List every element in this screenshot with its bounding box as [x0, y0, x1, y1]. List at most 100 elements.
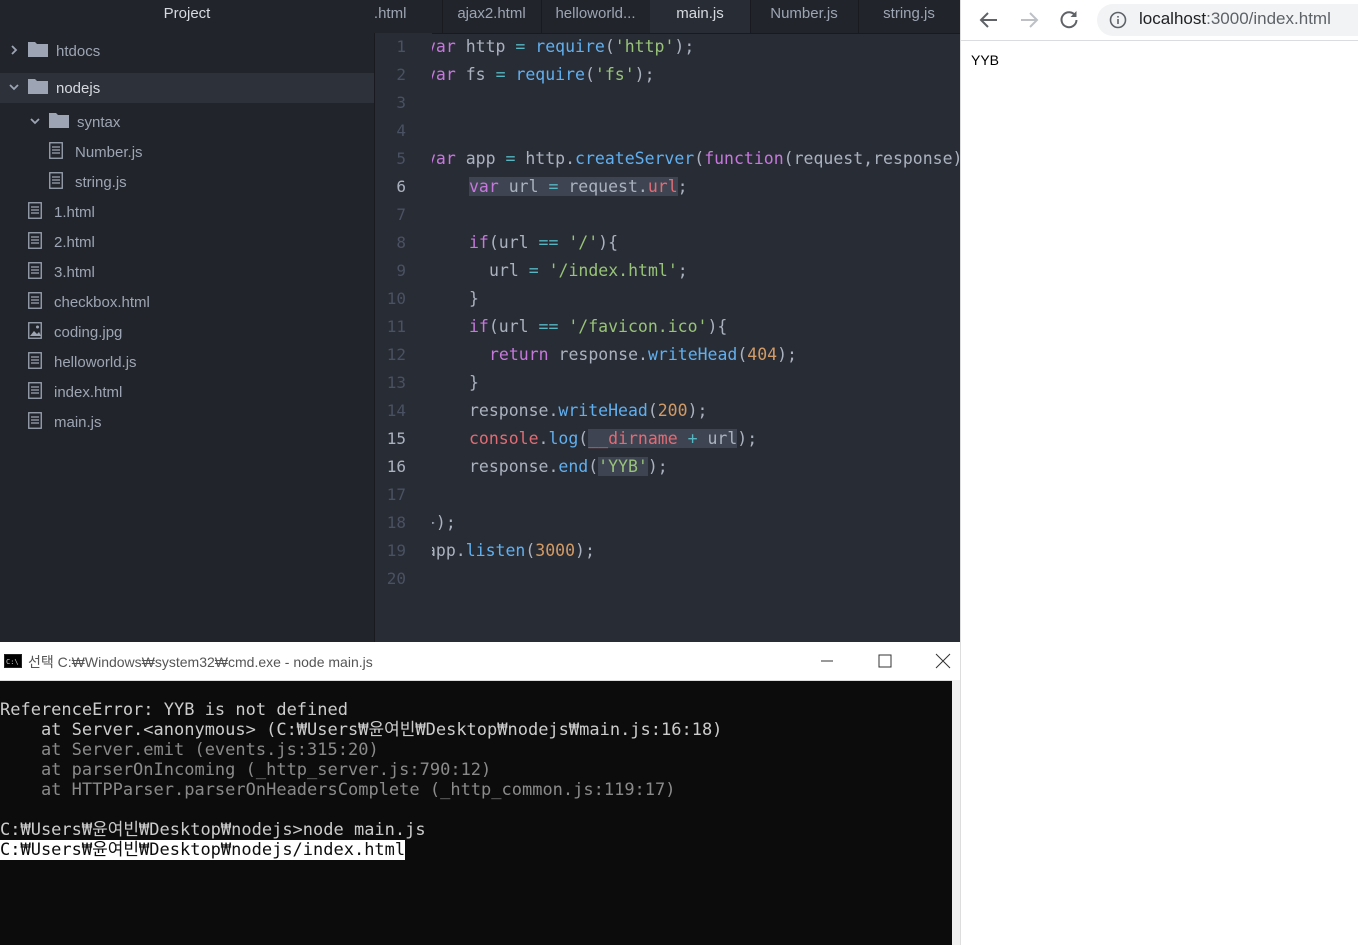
tree-item-label: checkbox.html	[54, 293, 150, 311]
tab-label: 1.html	[374, 5, 407, 22]
reload-icon[interactable]	[1057, 8, 1081, 32]
cmd-line	[0, 800, 722, 820]
tab-label: main.js	[676, 5, 724, 22]
tree-item-main-js[interactable]: main.js	[0, 407, 374, 437]
tree-item-syntax[interactable]: syntax	[0, 107, 374, 137]
cmd-line: ReferenceError: YYB is not defined	[0, 700, 722, 720]
url-path: :3000/index.html	[1206, 9, 1331, 28]
maximize-icon[interactable]	[876, 652, 894, 670]
svg-text:C:\: C:\	[6, 658, 19, 666]
tree-item-coding-jpg[interactable]: coding.jpg	[0, 317, 374, 347]
cmd-line: C:₩Users₩윤여빈₩Desktop₩nodejs>node main.js	[0, 820, 722, 840]
line-number: 6	[396, 177, 406, 196]
code-line-10: }	[469, 289, 479, 308]
file-icon	[28, 291, 54, 313]
tree-item-checkbox-html[interactable]: checkbox.html	[0, 287, 374, 317]
line-number: 19	[386, 541, 406, 560]
line-number: 5	[396, 149, 406, 168]
code-line-18: });	[432, 513, 456, 532]
cmd-line-text	[0, 800, 10, 820]
cmd-title-bar: C:\ 선택 C:₩Windows₩system32₩cmd.exe - nod…	[0, 642, 960, 681]
cmd-line-text: C:₩Users₩윤여빈₩Desktop₩nodejs>node main.js	[0, 820, 426, 840]
chevron-down-icon[interactable]	[29, 114, 49, 131]
line-number: 17	[386, 485, 406, 504]
tree-item-label: main.js	[54, 413, 102, 431]
line-number: 3	[396, 93, 406, 112]
tab-helloworld-[interactable]: helloworld...	[541, 0, 651, 33]
code-line-12: return response.writeHead(404);	[489, 345, 797, 364]
file-icon	[28, 231, 54, 253]
tab-number-js[interactable]: Number.js	[750, 0, 859, 33]
tab-string-js[interactable]: string.js	[858, 0, 960, 33]
line-number: 1	[396, 37, 406, 56]
minimize-icon[interactable]	[818, 652, 836, 670]
tab-ajax2-html[interactable]: ajax2.html	[442, 0, 542, 33]
image-file-icon	[28, 321, 54, 343]
tree-item-label: 3.html	[54, 263, 95, 281]
file-icon	[28, 381, 54, 403]
chevron-right-icon[interactable]	[8, 43, 28, 60]
chevron-down-icon[interactable]	[8, 80, 28, 97]
close-icon[interactable]	[934, 652, 952, 670]
cmd-line: at Server.<anonymous> (C:₩Users₩윤여빈₩Desk…	[0, 720, 722, 740]
code-line-13: }	[469, 373, 479, 392]
code-line-15: console.log(__dirname + url);	[469, 429, 758, 448]
code-editor-window: Project htdocs nodejs syntax Number.js strin…	[0, 0, 960, 642]
tab-label: Number.js	[770, 5, 838, 22]
tree-item-number-js[interactable]: Number.js	[0, 137, 374, 167]
tree-item-1-html[interactable]: 1.html	[0, 197, 374, 227]
tree-item-nodejs[interactable]: nodejs	[0, 73, 374, 103]
tab-main-js[interactable]: main.js	[650, 0, 751, 33]
tree-item-string-js[interactable]: string.js	[0, 167, 374, 197]
line-number: 11	[386, 317, 406, 336]
info-icon[interactable]	[1109, 11, 1127, 29]
cmd-line: at Server.emit (events.js:315:20)	[0, 740, 722, 760]
back-arrow-icon[interactable]	[977, 8, 1001, 32]
line-number: 20	[386, 569, 406, 588]
tree-item-label: htdocs	[56, 42, 101, 60]
tab-1-html[interactable]: 1.html	[374, 0, 443, 33]
line-number: 14	[386, 401, 406, 420]
code-line-2: var fs = require('fs');	[432, 65, 655, 84]
code-line-1: var http = require('http');	[432, 37, 695, 56]
cmd-line: at HTTPParser.parserOnHeadersComplete (_…	[0, 780, 722, 800]
code-line-5: var app = http.createServer(function(req…	[432, 149, 960, 168]
code-area[interactable]: var http = require('http'); var fs = req…	[432, 33, 960, 642]
cmd-line-text: at HTTPParser.parserOnHeadersComplete (_…	[0, 780, 676, 800]
tab-label: string.js	[883, 5, 935, 22]
code-line-16: response.end('YYB');	[469, 457, 668, 476]
command-prompt-window: C:\ 선택 C:₩Windows₩system32₩cmd.exe - nod…	[0, 642, 960, 945]
cmd-line-text: at Server.emit (events.js:315:20)	[0, 740, 379, 760]
code-line-14: response.writeHead(200);	[469, 401, 708, 420]
file-icon	[28, 201, 54, 223]
folder-icon	[28, 41, 56, 61]
cmd-app-icon: C:\	[4, 654, 22, 668]
cmd-line: C:₩Users₩윤여빈₩Desktop₩nodejs/index.html	[0, 840, 722, 860]
file-icon	[49, 141, 75, 163]
code-line-19: app.listen(3000);	[432, 541, 595, 560]
tree-item-3-html[interactable]: 3.html	[0, 257, 374, 287]
tree-item-label: helloworld.js	[54, 353, 137, 371]
cmd-scrollbar[interactable]	[952, 680, 960, 945]
browser-window: localhost:3000/index.html YYB	[960, 0, 1358, 945]
cmd-line-text: ReferenceError: YYB is not defined	[0, 700, 348, 720]
line-number: 16	[386, 457, 406, 476]
project-tree-panel: Project htdocs nodejs syntax Number.js strin…	[0, 0, 375, 642]
tree-item-label: string.js	[75, 173, 127, 191]
cmd-output[interactable]: ReferenceError: YYB is not defined at Se…	[0, 700, 722, 860]
tree-item-htdocs[interactable]: htdocs	[0, 36, 374, 66]
file-icon	[28, 411, 54, 433]
code-line-11: if(url == '/favicon.ico'){	[469, 317, 728, 336]
line-number: 8	[396, 233, 406, 252]
tree-item-2-html[interactable]: 2.html	[0, 227, 374, 257]
code-line-8: if(url == '/'){	[469, 233, 619, 252]
tree-item-index-html[interactable]: index.html	[0, 377, 374, 407]
page-content-text: YYB	[971, 52, 1000, 68]
line-number: 9	[396, 261, 406, 280]
line-number: 18	[386, 513, 406, 532]
tree-item-label: nodejs	[56, 79, 101, 97]
line-number: 13	[386, 373, 406, 392]
tree-item-helloworld-js[interactable]: helloworld.js	[0, 347, 374, 377]
cmd-line: at parserOnIncoming (_http_server.js:790…	[0, 760, 722, 780]
forward-arrow-icon[interactable]	[1017, 8, 1041, 32]
